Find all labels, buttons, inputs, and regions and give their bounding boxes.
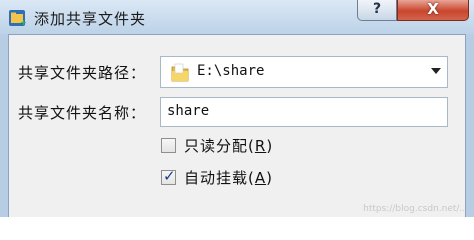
title-bar[interactable]: + 添加共享文件夹 ? X	[0, 0, 474, 34]
close-button[interactable]: X	[397, 0, 469, 21]
path-value: E:\share	[197, 63, 265, 79]
folder-icon	[171, 63, 189, 82]
window-title: 添加共享文件夹	[34, 10, 147, 28]
dialog-window: + 添加共享文件夹 ? X 共享文件夹路径： E:\share 共享文件夹名称：…	[0, 0, 474, 217]
automount-mnemonic: A	[254, 169, 267, 187]
readonly-label[interactable]: 只读分配(R)	[184, 135, 273, 156]
automount-label[interactable]: 自动挂载(A)	[184, 167, 273, 188]
help-icon: ?	[372, 1, 382, 17]
app-icon: +	[9, 10, 26, 27]
readonly-mnemonic: R	[254, 137, 267, 155]
close-icon: X	[427, 0, 439, 18]
name-value: share	[167, 103, 210, 119]
path-combobox[interactable]: E:\share	[160, 56, 448, 88]
path-label: 共享文件夹路径：	[18, 64, 147, 82]
checkmark-icon: ✓	[163, 167, 176, 185]
chevron-down-icon[interactable]	[431, 68, 441, 74]
name-input[interactable]: share	[160, 97, 448, 127]
automount-checkbox[interactable]: ✓	[161, 167, 176, 185]
help-button[interactable]: ?	[357, 0, 397, 21]
svg-text:+: +	[20, 18, 26, 27]
watermark: https://blog.csdn.net/...	[363, 204, 468, 214]
name-label: 共享文件夹名称：	[18, 104, 147, 122]
readonly-checkbox[interactable]	[161, 138, 176, 153]
